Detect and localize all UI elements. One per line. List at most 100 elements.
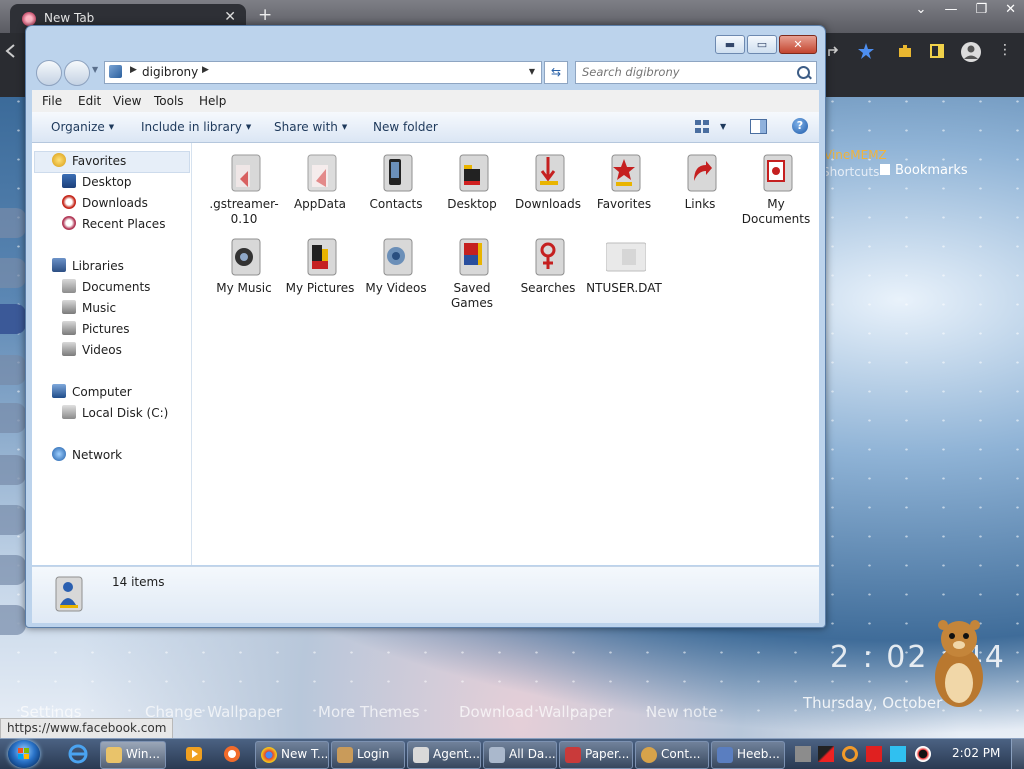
extensions-icon[interactable]	[896, 42, 914, 60]
start-button[interactable]	[8, 740, 40, 768]
nav-computer[interactable]: Computer	[52, 382, 132, 402]
bookmarks-link[interactable]: Bookmarks	[880, 163, 968, 178]
task-windows-explorer[interactable]: Win...	[100, 741, 166, 769]
nav-downloads[interactable]: Downloads	[62, 193, 148, 213]
task-contacts[interactable]: Cont...	[635, 741, 709, 769]
task-paper[interactable]: Paper...	[559, 741, 633, 769]
tray-app-icon[interactable]	[795, 746, 811, 762]
tray-flag-icon[interactable]	[866, 746, 882, 762]
nav-favorites[interactable]: Favorites	[52, 151, 126, 171]
address-bar[interactable]: ▶ digibrony ▶ ▼	[104, 61, 542, 84]
menu-help[interactable]: Help	[199, 94, 226, 108]
close-icon[interactable]: ✕	[1005, 2, 1016, 17]
forward-button[interactable]	[64, 60, 90, 86]
nav-local-disk[interactable]: Local Disk (C:)	[62, 403, 168, 423]
share-with-button[interactable]: Share with ▼	[274, 120, 347, 134]
address-dropdown-icon[interactable]: ▼	[529, 67, 535, 76]
task-all-data[interactable]: All Da...	[483, 741, 557, 769]
nav-recent-places[interactable]: Recent Places	[62, 214, 165, 234]
social-icon[interactable]	[0, 208, 26, 238]
tab-close-icon[interactable]: ✕	[224, 9, 236, 25]
internet-explorer-icon[interactable]	[68, 744, 88, 764]
menu-file[interactable]: File	[42, 94, 62, 108]
whatsapp-icon[interactable]	[0, 505, 26, 535]
file-item[interactable]: Favorites	[586, 151, 662, 235]
recent-pages-dropdown-icon[interactable]: ▼	[92, 65, 98, 74]
file-item[interactable]: My Videos	[358, 235, 434, 319]
preview-pane-icon[interactable]	[750, 119, 767, 134]
minimize-icon[interactable]: —	[944, 2, 957, 17]
nav-libraries[interactable]: Libraries	[52, 256, 124, 276]
task-heeb[interactable]: Heeb...	[711, 741, 785, 769]
file-item[interactable]: Contacts	[358, 151, 434, 235]
file-item[interactable]: Downloads	[510, 151, 586, 235]
mail-icon[interactable]	[0, 555, 26, 585]
file-item[interactable]: Searches	[510, 235, 586, 319]
profile-avatar-icon[interactable]	[960, 41, 982, 63]
file-item[interactable]: NTUSER.DAT	[586, 235, 662, 319]
tray-search-icon[interactable]	[842, 746, 858, 762]
new-tab-button[interactable]: +	[258, 5, 272, 25]
search-input[interactable]	[582, 65, 782, 79]
file-item[interactable]: Saved Games	[434, 235, 510, 319]
maximize-button[interactable]: ▭	[747, 35, 777, 54]
settings-side-icon[interactable]	[0, 605, 26, 635]
task-new-tab[interactable]: New T...	[255, 741, 329, 769]
bookmark-star-icon[interactable]	[857, 42, 875, 60]
nav-videos[interactable]: Videos	[62, 340, 122, 360]
restore-icon[interactable]: ❐	[975, 2, 987, 17]
nav-pictures[interactable]: Pictures	[62, 319, 130, 339]
refresh-button[interactable]: ⇆	[544, 61, 568, 84]
menu-tools[interactable]: Tools	[154, 94, 184, 108]
file-item[interactable]: My Documents	[738, 151, 814, 235]
nav-music[interactable]: Music	[62, 298, 116, 318]
nav-desktop[interactable]: Desktop	[62, 172, 132, 192]
change-view-icon[interactable]	[695, 120, 709, 133]
bird-app-icon[interactable]	[222, 744, 242, 764]
search-box[interactable]	[575, 61, 817, 84]
menu-view[interactable]: View	[113, 94, 141, 108]
file-item[interactable]: .gstreamer-0.10	[206, 151, 282, 235]
bookmark-vinememz[interactable]: VineMEMZ	[824, 148, 887, 162]
more-menu-icon[interactable]: ⋮	[998, 42, 1012, 58]
include-in-library-button[interactable]: Include in library ▼	[141, 120, 251, 134]
tray-tools-icon[interactable]	[818, 746, 834, 762]
task-agent[interactable]: Agent...	[407, 741, 481, 769]
file-item[interactable]: My Music	[206, 235, 282, 319]
file-item[interactable]: My Pictures	[282, 235, 358, 319]
help-icon[interactable]: ?	[792, 118, 808, 134]
task-login[interactable]: Login	[331, 741, 405, 769]
nav-network[interactable]: Network	[52, 445, 122, 465]
breadcrumb-arrow-icon[interactable]: ▶	[202, 65, 209, 75]
chevron-down-icon[interactable]: ⌄	[916, 2, 927, 17]
file-item[interactable]: Links	[662, 151, 738, 235]
download-wallpaper-link[interactable]: Download Wallpaper	[459, 703, 613, 721]
shortcuts-link[interactable]: Shortcuts	[822, 165, 879, 179]
breadcrumb-digibrony[interactable]: digibrony	[142, 65, 198, 79]
side-panel-icon[interactable]	[928, 42, 946, 60]
view-dropdown-icon[interactable]: ▼	[720, 122, 726, 131]
new-note-link[interactable]: New note	[646, 703, 717, 721]
nav-documents[interactable]: Documents	[62, 277, 150, 297]
media-player-icon[interactable]	[184, 744, 204, 764]
close-button[interactable]: ✕	[779, 35, 817, 54]
facebook-icon[interactable]	[0, 304, 26, 334]
organize-button[interactable]: Organize ▼	[51, 120, 114, 134]
tray-record-icon[interactable]	[915, 746, 931, 762]
tray-monitor-icon[interactable]	[890, 746, 906, 762]
show-desktop-button[interactable]	[1011, 739, 1024, 769]
instagram-icon[interactable]	[0, 355, 26, 385]
back-arrow-icon[interactable]	[2, 42, 20, 60]
pinterest-icon[interactable]	[0, 403, 26, 433]
share-icon[interactable]	[825, 42, 843, 60]
breadcrumb-arrow-icon[interactable]: ▶	[130, 65, 137, 75]
minimize-button[interactable]: ▬	[715, 35, 745, 54]
file-item[interactable]: AppData	[282, 151, 358, 235]
file-item[interactable]: Desktop	[434, 151, 510, 235]
youtube-icon[interactable]	[0, 258, 26, 288]
twitter-icon[interactable]	[0, 455, 26, 485]
back-button[interactable]	[36, 60, 62, 86]
more-themes-link[interactable]: More Themes	[318, 703, 420, 721]
tray-clock[interactable]: 2:02 PM	[952, 746, 1000, 760]
search-icon[interactable]	[797, 66, 810, 79]
